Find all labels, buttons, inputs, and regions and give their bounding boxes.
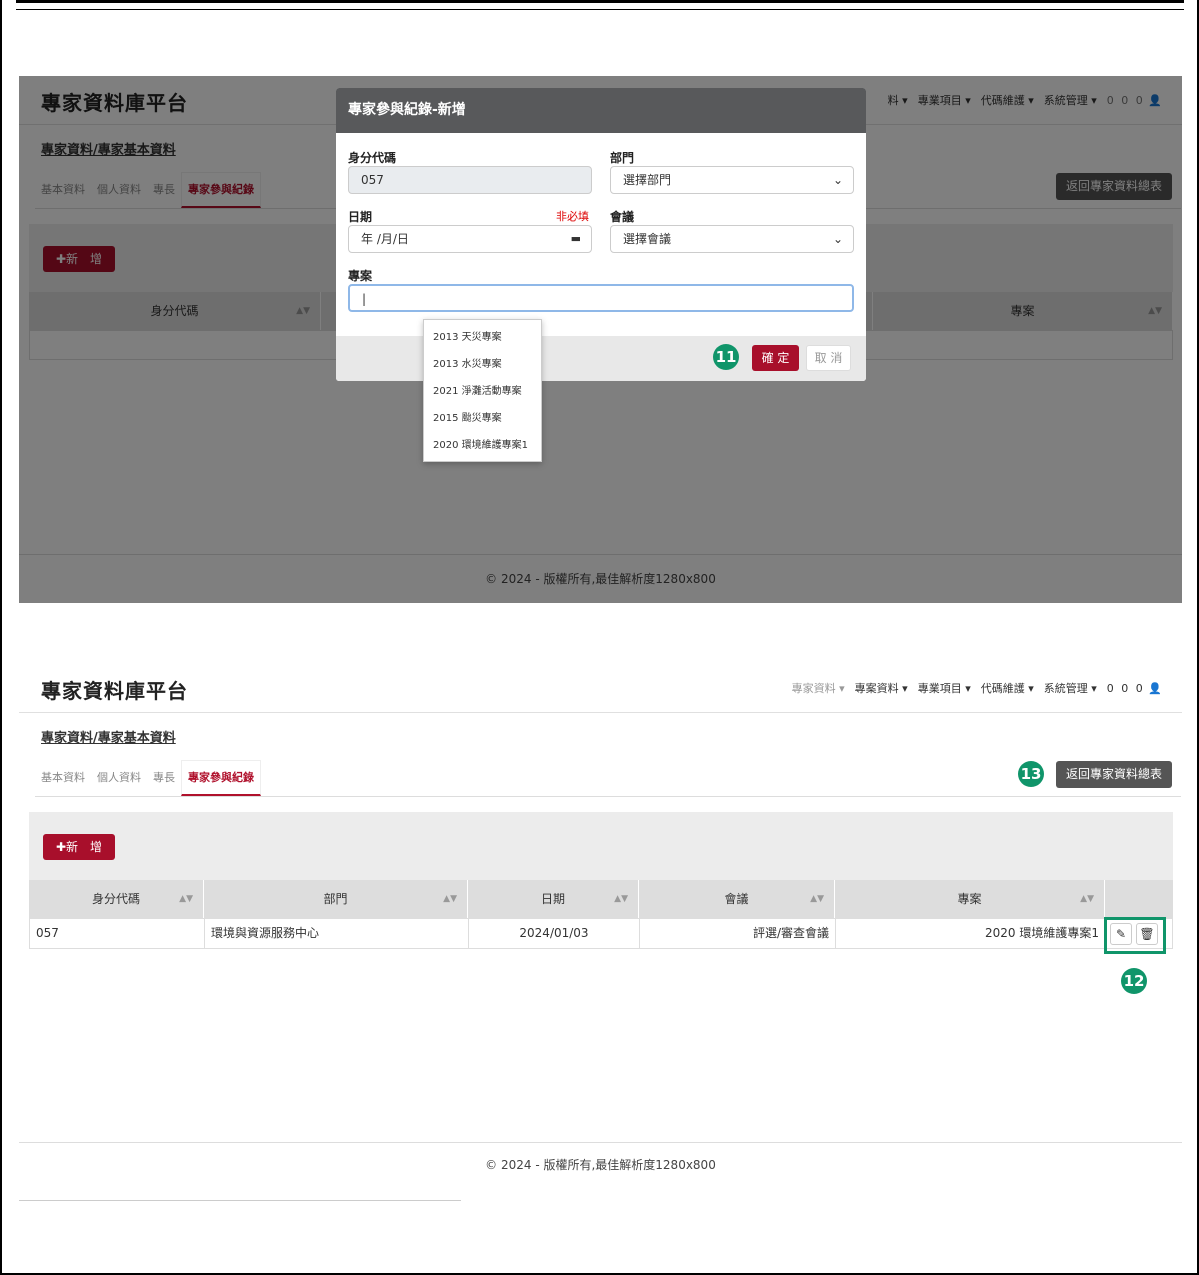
modal-footer: 確 定 取 消 (336, 336, 866, 381)
back-to-list-button[interactable]: 返回專家資料總表 (1055, 761, 1172, 788)
cell-id: 057 (30, 919, 205, 948)
chevron-down-icon: ⌄ (832, 173, 843, 187)
cell-date: 2024/01/03 (469, 919, 640, 948)
suggestion-item[interactable]: 2013 水災專案 (424, 351, 541, 378)
cell-dept: 環境與資源服務中心 (205, 919, 469, 948)
footer: © 2024 - 版權所有,最佳解析度1280x800 (19, 1142, 1182, 1186)
tab-participation[interactable]: 專家參與紀錄 (181, 760, 261, 796)
divider (19, 1200, 461, 1201)
project-input[interactable]: | (348, 284, 854, 312)
meeting-select[interactable]: 選擇會議 ⌄ (610, 225, 854, 253)
nav-item-codes[interactable]: 代碼維護 ▾ (981, 680, 1034, 696)
text-cursor: | (362, 292, 367, 306)
col-id[interactable]: 身分代碼▲▼ (29, 880, 204, 918)
col-actions (1105, 880, 1173, 918)
sort-icon: ▲▼ (443, 894, 457, 904)
calendar-icon[interactable]: ▬ (571, 226, 581, 252)
col-meeting[interactable]: 會議 ▲▼ (639, 880, 835, 918)
sort-icon: ▲▼ (179, 894, 193, 904)
breadcrumb[interactable]: 專家資料/專家基本資料 (41, 727, 176, 746)
table-header: 身分代碼 ▲▼ 部門 ▲▼ 日期 ▲▼ 會議 ▲▼ 專案 ▲▼ (29, 880, 1173, 918)
modal-title: 專家參與紀錄-新增 (336, 88, 866, 133)
step-badge-13: 13 (1018, 761, 1044, 787)
header: 專家資料庫平台 專家資料 ▾ 專案資料 ▾ 專業項目 ▾ 代碼維護 ▾ 系統管理… (19, 664, 1182, 713)
nav-item-projects[interactable]: 專業項目 ▾ (918, 680, 971, 696)
nav-item-project-data[interactable]: 專案資料 ▾ (855, 680, 908, 696)
dept-label: 部門 (610, 151, 635, 165)
cell-project: 2020 環境維護專案1 (836, 919, 1106, 948)
date-label: 日期 (348, 210, 373, 224)
col-dept[interactable]: 部門 ▲▼ (204, 880, 468, 918)
col-date[interactable]: 日期 ▲▼ (468, 880, 639, 918)
brand-title: 專家資料庫平台 (41, 679, 188, 703)
suggestion-item[interactable]: 2021 淨灘活動專案 (424, 378, 541, 405)
top-nav: 專家資料 ▾ 專案資料 ▾ 專業項目 ▾ 代碼維護 ▾ 系統管理 ▾ 0 0 0… (792, 680, 1162, 696)
sort-icon: ▲▼ (614, 894, 628, 904)
project-label: 專案 (348, 269, 373, 283)
col-project[interactable]: 專案▲▼ (835, 880, 1105, 918)
tab-expertise[interactable]: 專長 (147, 769, 181, 796)
confirm-button[interactable]: 確 定 (752, 345, 799, 371)
nav-user[interactable]: 0 0 0 👤 (1107, 682, 1162, 695)
trash-icon[interactable]: 🗑 (1136, 923, 1158, 945)
date-input[interactable]: 年 /月/日 ▬ (348, 225, 592, 253)
screenshot-add-modal: 專家資料庫平台 料 ▾ 專業項目 ▾ 代碼維護 ▾ 系統管理 ▾ 0 0 0 👤… (19, 76, 1182, 603)
add-button[interactable]: ✚新 增 (43, 834, 115, 860)
nav-item-experts[interactable]: 專家資料 ▾ (792, 680, 845, 696)
cell-meeting: 評選/審查會議 (640, 919, 836, 948)
cancel-button[interactable]: 取 消 (806, 345, 851, 371)
sort-icon: ▲▼ (1080, 894, 1094, 904)
top-rule (16, 0, 1184, 10)
id-label: 身分代碼 (348, 151, 397, 165)
add-record-modal: 專家參與紀錄-新增 身分代碼 057 部門 選擇部門 ⌄ 日期 非必填 年 /月/… (336, 88, 866, 381)
screenshot-record-list: 專家資料庫平台 專家資料 ▾ 專案資料 ▾ 專業項目 ▾ 代碼維護 ▾ 系統管理… (19, 664, 1182, 1204)
dept-select[interactable]: 選擇部門 ⌄ (610, 166, 854, 194)
chevron-down-icon: ⌄ (832, 232, 843, 246)
id-field: 057 (348, 166, 592, 194)
nav-item-system[interactable]: 系統管理 ▾ (1044, 680, 1097, 696)
suggestion-item[interactable]: 2015 颱災專案 (424, 405, 541, 432)
table-row: 057 環境與資源服務中心 2024/01/03 評選/審查會議 2020 環境… (29, 918, 1173, 949)
plus-icon: ✚ (55, 840, 67, 854)
meeting-label: 會議 (610, 210, 635, 224)
tab-personal[interactable]: 個人資料 (91, 769, 147, 796)
suggestion-item[interactable]: 2020 環境維護專案1 (424, 432, 541, 459)
tab-basic[interactable]: 基本資料 (35, 769, 91, 796)
suggestion-item[interactable]: 2013 天災專案 (424, 324, 541, 351)
sort-icon: ▲▼ (810, 894, 824, 904)
step-badge-12: 12 (1121, 968, 1147, 994)
step-badge-11: 11 (713, 344, 739, 370)
edit-icon[interactable]: ✎ (1110, 923, 1132, 945)
tab-bar: 基本資料 個人資料 專長 專家參與紀錄 (35, 759, 1181, 797)
user-icon: 👤 (1148, 681, 1162, 695)
project-suggestions: 2013 天災專案 2013 水災專案 2021 淨灘活動專案 2015 颱災專… (423, 319, 542, 462)
date-optional-note: 非必填 (556, 210, 589, 223)
